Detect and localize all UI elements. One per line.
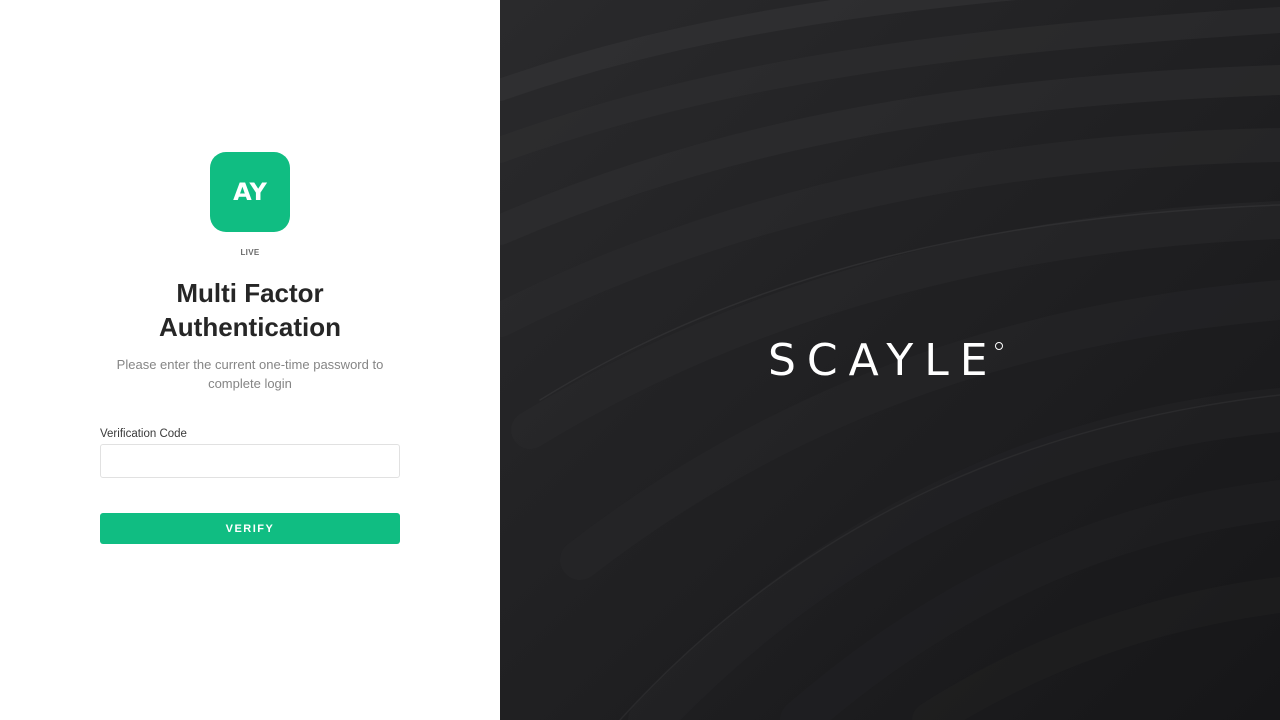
verify-button[interactable]: VERIFY xyxy=(100,513,400,544)
app-logo-text: AY xyxy=(233,178,267,206)
brand-name: SCAYLE xyxy=(768,335,999,386)
verification-code-input[interactable] xyxy=(100,444,400,478)
environment-label: LIVE xyxy=(240,248,260,257)
registered-mark-icon xyxy=(994,342,1003,350)
brand-logo: SCAYLE xyxy=(768,336,1003,386)
brand-panel: SCAYLE xyxy=(500,0,1280,720)
verification-code-label: Verification Code xyxy=(100,428,187,440)
page-title: Multi Factor Authentication xyxy=(0,276,500,344)
page-title-line1: Multi Factor xyxy=(176,278,324,308)
page-title-line2: Authentication xyxy=(159,312,341,342)
page-subtitle: Please enter the current one-time passwo… xyxy=(116,357,384,391)
login-page: AY LIVE Multi Factor Authentication Plea… xyxy=(0,0,1280,720)
mfa-panel: AY LIVE Multi Factor Authentication Plea… xyxy=(0,0,500,720)
app-logo: AY xyxy=(210,152,290,232)
